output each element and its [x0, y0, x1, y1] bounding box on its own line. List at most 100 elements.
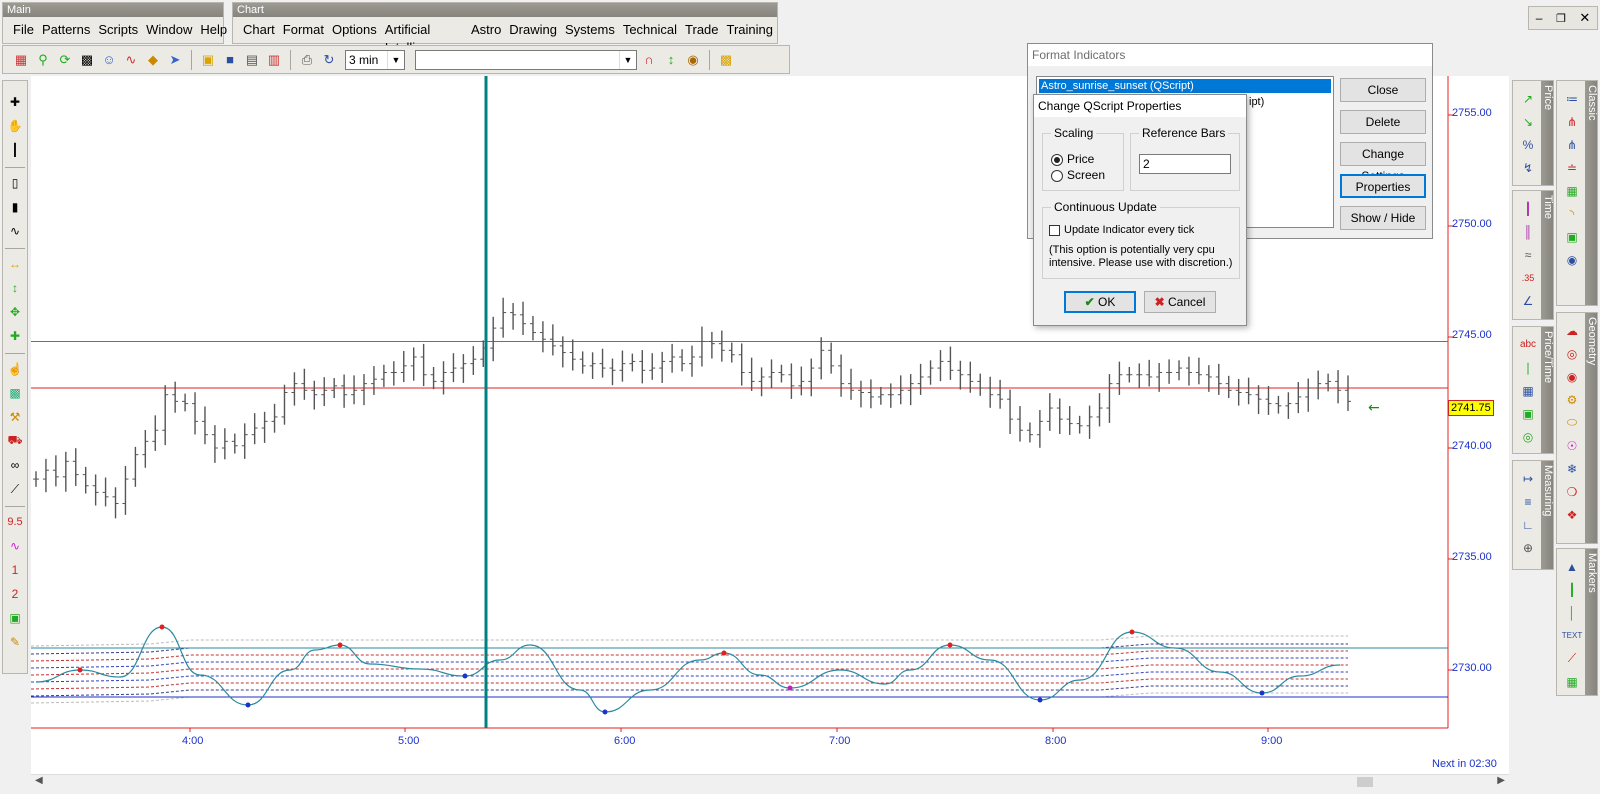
measure-count-icon[interactable]: ≡	[1516, 490, 1540, 513]
count-marker-icon[interactable]: │	[1560, 601, 1584, 624]
time-tick-label: 7:00	[829, 735, 851, 747]
update-checkbox-box[interactable]	[1049, 224, 1060, 236]
pitchfork-icon[interactable]: ⋔	[1560, 110, 1584, 133]
pivot-dot	[787, 685, 793, 691]
last-price-arrow-icon: ←	[1368, 400, 1380, 416]
qscript-dialog-title: Change QScript Properties	[1034, 95, 1246, 117]
percent-icon[interactable]: %	[1516, 133, 1540, 156]
reference-bars-label: Reference Bars	[1139, 126, 1229, 140]
screen-radio-label: Screen	[1067, 168, 1106, 182]
measure-angle-icon[interactable]: ∟	[1516, 513, 1540, 536]
indicator-list-item[interactable]: Astro_sunrise_sunset (QScript)	[1039, 79, 1331, 93]
price-tick-label: 2735.00	[1452, 551, 1492, 563]
time-tools-panel: Time ┃ ║ ≈ .35 ∠	[1512, 190, 1554, 320]
target-icon[interactable]: ⊕	[1516, 536, 1540, 559]
ring-icon[interactable]: ❍	[1560, 480, 1584, 503]
concentric-icon[interactable]: ◎	[1560, 342, 1584, 365]
price-radio[interactable]: Price	[1051, 152, 1094, 166]
pivot-dot	[159, 624, 165, 630]
trend-line-icon[interactable]: ↘	[1516, 110, 1540, 133]
pivot-dot	[947, 642, 953, 648]
text-abc-icon[interactable]: abc	[1516, 333, 1540, 356]
numbered-marker-icon[interactable]: ┃	[1560, 578, 1584, 601]
time-tick-label: 8:00	[1045, 735, 1067, 747]
delete-button[interactable]: Delete	[1340, 110, 1426, 134]
scroll-right-icon[interactable]: ▶	[1497, 775, 1505, 786]
square-box-icon[interactable]: ▣	[1560, 225, 1584, 248]
fork-icon[interactable]: ⋔	[1560, 133, 1584, 156]
time-lines-icon[interactable]: ║	[1516, 220, 1540, 243]
continuous-update-label: Continuous Update	[1051, 200, 1160, 214]
ok-button[interactable]: ✔ OK	[1064, 291, 1136, 313]
markers-panel-caption: Markers	[1586, 553, 1598, 593]
time-panel-caption: Time	[1542, 195, 1554, 220]
reference-bars-value: 2	[1143, 157, 1150, 171]
time-tick-label: 9:00	[1261, 735, 1283, 747]
indicator-band	[30, 671, 1348, 683]
time-angle-icon[interactable]: ∠	[1516, 289, 1540, 312]
price-radio-dot[interactable]	[1051, 153, 1063, 166]
screen-radio-dot[interactable]	[1051, 169, 1063, 182]
pivot-dot	[1259, 690, 1265, 696]
check-icon: ✔	[1084, 295, 1095, 309]
fan-lines-icon[interactable]: ≐	[1560, 156, 1584, 179]
text-marker-icon[interactable]: TEXT	[1560, 624, 1584, 647]
pivot-dot	[721, 650, 727, 656]
swirl-icon[interactable]: ☉	[1560, 434, 1584, 457]
parallel-lines-icon[interactable]: ≔	[1560, 87, 1584, 110]
measuring-tools-panel: Measuring ↦ ≡ ∟ ⊕	[1512, 460, 1554, 570]
up-marker-icon[interactable]: ▲	[1560, 555, 1584, 578]
change-settings-button[interactable]: Change Settings	[1340, 142, 1426, 183]
square-chart-icon[interactable]: ▣	[1516, 402, 1540, 425]
arc-icon[interactable]: ◝	[1560, 202, 1584, 225]
markers-tools-panel: Markers ▲ ┃ │ TEXT ⟋ ▦	[1556, 548, 1598, 696]
properties-button[interactable]: Properties	[1340, 174, 1426, 198]
pivot-dot	[337, 642, 343, 648]
diamond-icon[interactable]: ❖	[1560, 503, 1584, 526]
ellipse-icon[interactable]: ⬭	[1560, 411, 1584, 434]
fan-icon[interactable]: ∣	[1516, 356, 1540, 379]
scroll-thumb[interactable]	[1357, 777, 1373, 787]
cpu-warning-note: (This option is potentially very cpu int…	[1049, 244, 1233, 269]
continuous-update-group: Continuous Update Update Indicator every…	[1042, 200, 1240, 279]
box-marker-icon[interactable]: ▦	[1560, 670, 1584, 693]
circle-target-icon[interactable]: ◉	[1560, 248, 1584, 271]
ok-label: OK	[1098, 295, 1116, 309]
time-cycle-icon[interactable]: ≈	[1516, 243, 1540, 266]
line-marker-icon[interactable]: ⟋	[1560, 647, 1584, 670]
pivot-dot	[602, 709, 608, 715]
pivot-dot	[245, 702, 251, 708]
measure-horizontal-icon[interactable]: ↦	[1516, 467, 1540, 490]
circle-red-icon[interactable]: ◉	[1560, 365, 1584, 388]
price-tick-label: 2755.00	[1452, 107, 1492, 119]
indicator-band	[30, 664, 1348, 676]
scroll-left-icon[interactable]: ◀	[35, 775, 43, 786]
pivot-dot	[1037, 697, 1043, 703]
snowflake-icon[interactable]: ❄	[1560, 457, 1584, 480]
gear-icon[interactable]: ⚙	[1560, 388, 1584, 411]
spiral-c-icon[interactable]: ☁	[1560, 319, 1584, 342]
horizontal-scrollbar[interactable]: ◀ ▶	[31, 774, 1509, 789]
update-checkbox-label: Update Indicator every tick	[1064, 224, 1195, 236]
indicator-band	[30, 657, 1348, 669]
price-tick-label: 2730.00	[1452, 662, 1492, 674]
time-ratio-icon[interactable]: .35	[1516, 266, 1540, 289]
price-panel-caption: Price	[1542, 85, 1554, 111]
pivot-dot	[1129, 629, 1135, 635]
scaling-group: Scaling Price Screen	[1042, 126, 1124, 191]
trend-up-icon[interactable]: ↗	[1516, 87, 1540, 110]
reference-bars-group: Reference Bars 2	[1130, 126, 1240, 191]
geometry-tools-panel: Geometry ☁ ◎ ◉ ⚙ ⬭ ☉ ❄ ❍ ❖	[1556, 312, 1598, 544]
time-bars-icon[interactable]: ┃	[1516, 197, 1540, 220]
screen-radio[interactable]: Screen	[1051, 168, 1105, 182]
cancel-button[interactable]: ✖ Cancel	[1144, 291, 1216, 313]
show-hide-button[interactable]: Show / Hide	[1340, 206, 1426, 230]
spiral-icon[interactable]: ◎	[1516, 425, 1540, 448]
grid-icon[interactable]: ▦	[1516, 379, 1540, 402]
close-button[interactable]: Close	[1340, 78, 1426, 102]
update-every-tick-checkbox[interactable]: Update Indicator every tick	[1049, 224, 1194, 236]
zigzag-icon[interactable]: ↯	[1516, 156, 1540, 179]
reference-bars-input[interactable]: 2	[1139, 154, 1231, 174]
qscript-properties-dialog: Change QScript Properties Scaling Price …	[1033, 94, 1247, 326]
box-grid-icon[interactable]: ▦	[1560, 179, 1584, 202]
